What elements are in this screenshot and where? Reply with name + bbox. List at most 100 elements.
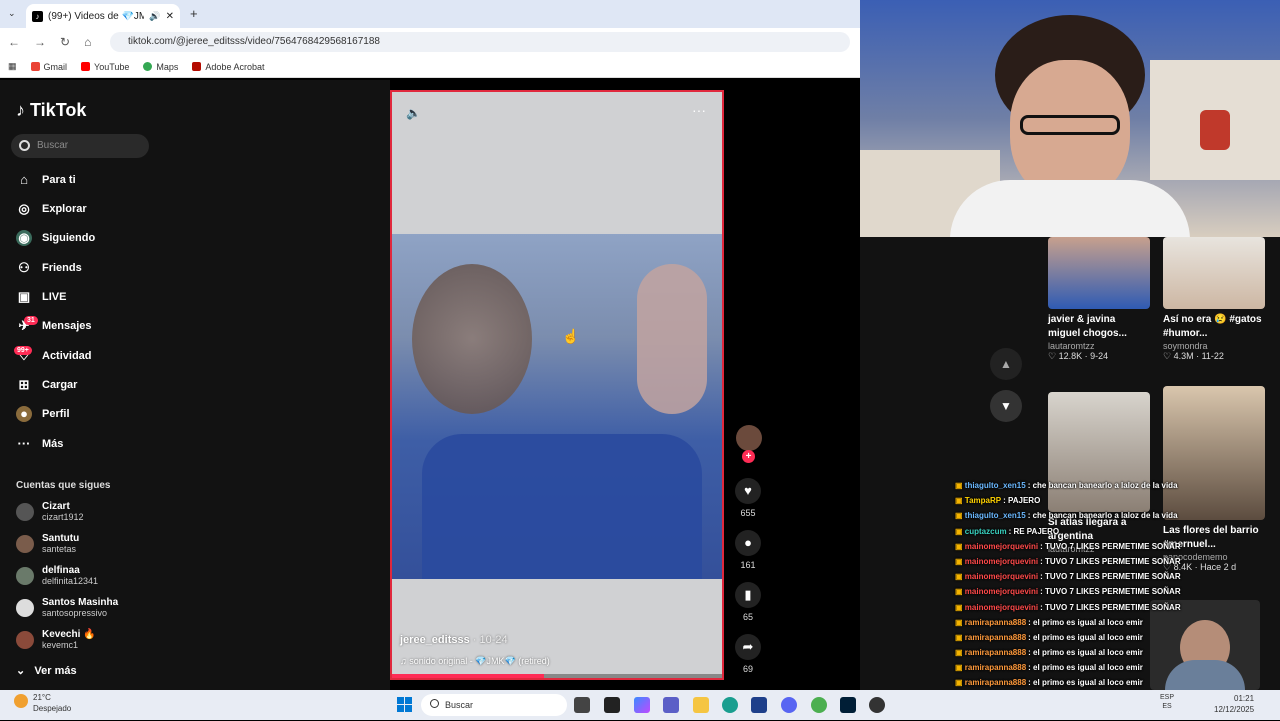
teams-icon[interactable] xyxy=(663,697,679,713)
avatar xyxy=(16,566,34,585)
home-icon: ⌂ xyxy=(20,172,28,187)
share-button[interactable]: ➦ 69 xyxy=(734,634,762,674)
chat-message: ▣ thiagulto_xen15: che bancan banearlo a… xyxy=(955,478,1185,493)
following-account[interactable]: Kevechi 🔥 kevemc1 xyxy=(16,629,96,650)
back-icon[interactable]: ← xyxy=(8,35,20,49)
recommended-card[interactable]: javier & javina miguel chogos... lautaro… xyxy=(1048,237,1150,362)
gmail-icon xyxy=(30,62,40,71)
edge-icon[interactable] xyxy=(722,697,738,713)
following-account[interactable]: Santutu santetas xyxy=(16,533,79,554)
reload-icon[interactable]: ↻ xyxy=(60,35,70,49)
see-more-button[interactable]: ⌄ Ver más xyxy=(16,664,77,677)
tab-menu-icon[interactable]: ⌄ xyxy=(8,8,16,19)
bookmark-adobe-acrobat[interactable]: Adobe Acrobat xyxy=(192,62,264,72)
following-icon: ◉ xyxy=(16,230,32,246)
activity-badge: 99+ xyxy=(14,346,32,355)
save-button[interactable]: ▮ 65 xyxy=(734,582,762,622)
comment-button[interactable]: ● 161 xyxy=(734,530,762,570)
new-tab-button[interactable]: + xyxy=(190,6,198,21)
capcut-icon[interactable] xyxy=(604,697,620,713)
weather-icon[interactable] xyxy=(14,694,28,708)
chat-text: : che bancan banearlo a laloz de la vida xyxy=(1027,511,1178,521)
recommended-card[interactable]: Así no era 😢 #gatos #humor... soymondra … xyxy=(1163,237,1265,362)
share-icon: ➦ xyxy=(735,634,761,660)
card-title: Así no era 😢 #gatos #humor... xyxy=(1163,314,1262,339)
chat-username: thiagulto_xen15 xyxy=(964,511,1026,521)
chat-message: ▣ thiagulto_xen15: che bancan banearlo a… xyxy=(955,508,1185,523)
video-sound[interactable]: ♫ sonido original - 💎JMK💎 (retired) xyxy=(400,656,550,667)
chat-text: : TUVO 7 LIKES PERMETIME SOÑAR xyxy=(1040,602,1181,612)
bookmark-gmail[interactable]: Gmail xyxy=(30,62,67,72)
url-field[interactable]: tiktok.com/@jeree_editsss/video/75647684… xyxy=(110,32,850,52)
obs-icon[interactable] xyxy=(869,697,885,713)
video-progress-bar[interactable] xyxy=(392,674,722,678)
live-icon: ▣ xyxy=(17,289,31,304)
bookmark-youtube[interactable]: YouTube xyxy=(81,62,129,72)
discord-icon[interactable] xyxy=(781,697,797,713)
comment-icon: ● xyxy=(735,530,761,556)
nav-live[interactable]: ▣ LIVE xyxy=(16,289,67,305)
language-indicator[interactable]: ESP ES xyxy=(1160,693,1174,711)
heart-icon: ♥ xyxy=(735,478,761,504)
chat-username: TampaRP xyxy=(964,496,1002,506)
system-clock[interactable]: 01:21 12/12/2025 xyxy=(1214,693,1254,715)
card-author: lautaromtzz xyxy=(1048,341,1095,351)
copilot-icon[interactable] xyxy=(634,697,650,713)
hand-cursor-icon: ☝ xyxy=(562,328,580,344)
bookmarks-bar: ▦ Gmail YouTube Maps Adobe Acrobat xyxy=(0,56,860,78)
browser-tab[interactable]: ♪ (99+) Videos de 💎JMK💎 ( 🔊 ✕ xyxy=(26,4,180,28)
chat-badge-icon: ▣ xyxy=(955,678,965,688)
following-account[interactable]: delfinaa delfinita12341 xyxy=(16,565,98,586)
chat-text: : che bancan banearlo a laloz de la vida xyxy=(1027,481,1178,490)
like-button[interactable]: ♥ 655 xyxy=(734,478,762,518)
chat-username: mainomejorquevini xyxy=(964,587,1039,597)
chat-username: thiagulto_xen15 xyxy=(964,481,1026,490)
chat-username: cuptazcum xyxy=(964,526,1007,536)
tab-close-icon[interactable]: ✕ xyxy=(166,11,174,22)
chat-text: : el primo es igual al loco emir xyxy=(1028,617,1143,627)
chat-message: ▣ mainomejorquevini: TUVO 7 LIKES PERMET… xyxy=(955,569,1185,584)
compass-icon: ◎ xyxy=(18,201,30,216)
nav-mas[interactable]: ··· Más xyxy=(16,436,64,452)
tab-title: (99+) Videos de 💎JMK💎 ( xyxy=(48,10,145,22)
weather-widget[interactable]: 21°C Despejado xyxy=(33,692,71,714)
avatar xyxy=(16,598,34,617)
apps-icon[interactable]: ▦ xyxy=(8,61,17,72)
tab-audio-icon[interactable]: 🔊 xyxy=(149,11,160,22)
nav-siguiendo[interactable]: ◉ Siguiendo xyxy=(16,230,95,246)
file-explorer-icon[interactable] xyxy=(693,697,709,713)
video-player[interactable]: 🔈 ··· jeree_editsss · 10-24 ♫ sonido ori… xyxy=(390,90,724,680)
video-author[interactable]: jeree_editsss · 10-24 xyxy=(400,634,508,646)
following-account[interactable]: Cizart cizart1912 xyxy=(16,501,84,522)
nav-friends[interactable]: ⚇ Friends xyxy=(16,260,82,276)
save-count: 65 xyxy=(742,612,753,622)
task-view-icon[interactable] xyxy=(574,697,590,713)
author-avatar[interactable] xyxy=(736,425,762,451)
photoshop-icon[interactable] xyxy=(840,697,856,713)
bookmark-icon: ▮ xyxy=(735,582,761,608)
next-video-button[interactable]: ▼ xyxy=(990,390,1022,422)
taskbar-search[interactable]: Buscar xyxy=(421,694,567,716)
video-more-icon[interactable]: ··· xyxy=(692,102,706,118)
tiktok-logo[interactable]: ♪ TikTok xyxy=(16,100,86,121)
nav-para-ti[interactable]: ⌂ Para ti xyxy=(16,172,76,188)
following-account[interactable]: Santos Masinha santosopressivo xyxy=(16,597,118,618)
previous-video-button[interactable]: ▲ xyxy=(990,348,1022,380)
forward-icon[interactable]: → xyxy=(34,35,46,49)
follow-plus-icon[interactable]: + xyxy=(742,450,755,463)
nav-perfil[interactable]: ● Perfil xyxy=(16,406,70,422)
chat-message: ▣ ramirapanna888: el primo es igual al l… xyxy=(955,630,1185,645)
volume-icon[interactable]: 🔈 xyxy=(406,106,421,120)
store-icon[interactable] xyxy=(751,697,767,713)
chrome-icon[interactable] xyxy=(811,697,827,713)
chat-text: : TUVO 7 LIKES PERMETIME SOÑAR xyxy=(1040,556,1181,566)
start-button[interactable] xyxy=(397,697,412,712)
bookmark-maps[interactable]: Maps xyxy=(143,62,178,72)
nav-cargar[interactable]: ⊞ Cargar xyxy=(16,377,78,393)
search-input[interactable]: Buscar xyxy=(11,134,149,158)
chat-message: ▣ mainomejorquevini: TUVO 7 LIKES PERMET… xyxy=(955,584,1185,599)
more-icon: ··· xyxy=(17,436,31,451)
home-button-icon[interactable]: ⌂ xyxy=(84,35,91,49)
video-shirt xyxy=(422,434,702,579)
nav-explorar[interactable]: ◎ Explorar xyxy=(16,201,86,217)
